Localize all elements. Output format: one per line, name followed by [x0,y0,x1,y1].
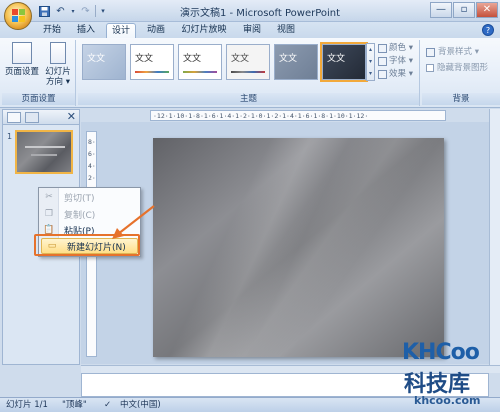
copy-icon: ❐ [44,209,54,219]
effects-option[interactable]: 效果 ▾ [378,68,418,81]
slide-canvas[interactable] [153,138,444,357]
fonts-label: 字体 ▾ [389,56,413,66]
theme-thumbnail-text: 文文 [183,54,202,64]
theme-thumbnail[interactable]: 文文 [178,44,222,80]
theme-thumbnail-text: 文文 [87,54,106,64]
tab-home[interactable]: 开始 [38,23,66,38]
tab-review[interactable]: 审阅 [238,23,266,38]
tab-design[interactable]: 设计 [106,23,136,38]
ribbon: 页面设置 幻灯片 方向 ▾ 页面设置 主题 文文 文文 文文 文文 文文 文文 … [0,38,500,108]
maximize-button[interactable]: ▫ [453,2,475,18]
theme-gallery: 文文 文文 文文 文文 文文 文文 [82,42,370,84]
background-group-label: 背景 [422,93,500,105]
annotation-arrow-icon [112,205,155,239]
fonts-option[interactable]: 字体 ▾ [378,55,418,68]
theme-color-bar [231,71,265,73]
theme-thumbnail-text: 文文 [231,54,250,64]
fonts-icon [378,57,387,66]
slides-pane-tabs: ✕ [3,110,79,125]
theme-thumbnail[interactable]: 文文 [274,44,318,80]
window-controls: — ▫ ✕ [430,2,498,18]
close-pane-icon[interactable]: ✕ [67,110,76,123]
spellcheck-icon[interactable]: ✓ [104,398,111,412]
page-setup-group: 页面设置 幻灯片 方向 ▾ 页面设置 [2,40,76,106]
themes-group-label: 主题 [78,93,419,105]
theme-thumbnail[interactable]: 文文 [226,44,270,80]
colors-icon [378,44,387,53]
quick-access-toolbar: ↶ ▾ ↷ ▾ [38,4,107,18]
page-setup-label: 页面设置 [4,67,39,77]
theme-thumbnail-text: 文文 [279,54,298,64]
outline-tab[interactable] [25,112,39,123]
window-title: 演示文稿1 - Microsoft PowerPoint [179,8,341,19]
theme-thumbnail[interactable]: 文文 [130,44,174,80]
save-icon[interactable] [38,5,51,18]
help-icon[interactable]: ? [482,24,494,36]
theme-color-bar [135,71,169,73]
menu-item-copy-label: 复制(C) [64,210,96,221]
theme-options: 颜色 ▾ 字体 ▾ 效果 ▾ [378,42,418,81]
watermark: KHCoo 科技库 khcoo.com [398,340,498,410]
thumbnail-subtitle-line [31,154,57,156]
thumbnail-title-line [25,146,65,148]
slide-thumbnail[interactable] [15,130,73,174]
colors-label: 颜色 ▾ [389,43,413,53]
tab-animation[interactable]: 动画 [142,23,170,38]
horizontal-ruler: ·12·1·10·1·8·1·6·1·4·1·2·1·0·1·2·1·4·1·6… [150,110,446,121]
title-bar: ↶ ▾ ↷ ▾ 演示文稿1 - Microsoft PowerPoint — ▫… [0,0,500,30]
slide-orientation-label-1: 幻灯片 [45,67,71,77]
gallery-scroll[interactable]: ▴ ▾ ▾ [366,43,375,81]
theme-thumbnail-text: 文文 [135,54,154,64]
tab-slideshow[interactable]: 幻灯片放映 [176,23,232,38]
undo-icon[interactable]: ↶ [54,5,67,18]
hide-background-checkbox[interactable] [426,64,434,72]
theme-thumbnail-selected[interactable]: 文文 [320,42,368,82]
hide-background-label: 隐藏背景图形 [437,63,489,73]
theme-thumbnail-text: 文文 [327,54,346,64]
effects-icon [378,70,387,79]
background-options: 背景样式 ▾ 隐藏背景图形 [426,44,500,76]
office-logo-icon [12,9,26,23]
customize-qat-icon[interactable]: ▾ [99,5,107,18]
hide-background-graphics-option[interactable]: 隐藏背景图形 [426,60,500,76]
horizontal-ruler-scale: ·12·1·10·1·8·1·6·1·4·1·2·1·0·1·2·1·4·1·6… [153,112,369,120]
redo-icon[interactable]: ↷ [79,5,92,18]
page-setup-group-label: 页面设置 [2,93,75,105]
undo-dropdown-icon[interactable]: ▾ [70,5,76,18]
slides-tab[interactable] [7,112,21,123]
background-styles-option[interactable]: 背景样式 ▾ [426,44,500,60]
tab-insert[interactable]: 插入 [72,23,100,38]
colors-option[interactable]: 颜色 ▾ [378,42,418,55]
ribbon-tabs: 开始 插入 设计 动画 幻灯片放映 审阅 视图 [0,22,500,38]
background-styles-icon [426,47,435,57]
status-theme-name: "顶峰" [62,400,87,410]
status-slide-info: 幻灯片 1/1 [6,400,48,410]
slide-orientation-icon [50,42,66,64]
office-button[interactable] [4,2,32,30]
page-setup-button[interactable]: 页面设置 [4,42,40,92]
status-language: 中文(中国) [120,400,161,410]
page-setup-icon [12,42,32,64]
theme-color-bar [183,71,217,73]
slide-orientation-button[interactable]: 幻灯片 方向 ▾ [40,42,76,92]
effects-label: 效果 ▾ [389,69,413,79]
background-styles-label: 背景样式 ▾ [438,47,479,57]
close-button[interactable]: ✕ [476,2,498,18]
watermark-logo: KHCoo [402,340,480,365]
tab-view[interactable]: 视图 [272,23,300,38]
theme-thumbnail[interactable]: 文文 [82,44,126,80]
scissors-icon: ✂ [45,192,53,202]
minimize-button[interactable]: — [430,2,452,18]
qat-separator [95,5,96,17]
slide-orientation-label-2: 方向 ▾ [46,77,70,87]
watermark-url: khcoo.com [414,394,481,407]
menu-item-cut-label: 剪切(T) [64,193,95,204]
vertical-scrollbar[interactable] [489,109,500,365]
slide-number: 1 [7,132,13,141]
